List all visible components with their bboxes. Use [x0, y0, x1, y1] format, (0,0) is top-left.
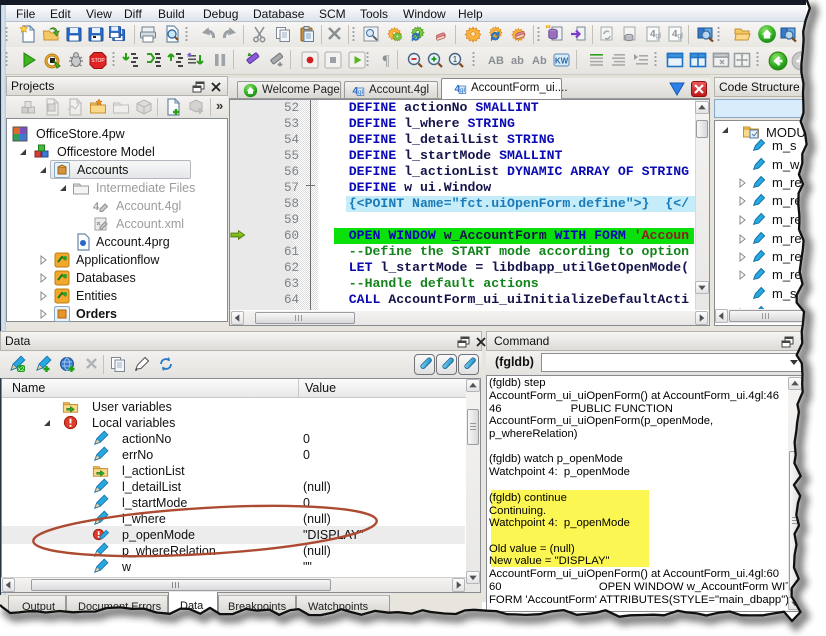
- svg-text:AB: AB: [488, 55, 504, 67]
- svg-text:gl: gl: [678, 33, 684, 40]
- svg-text:STOP: STOP: [91, 58, 105, 64]
- svg-text:4: 4: [93, 201, 100, 213]
- svg-text:KW: KW: [555, 57, 569, 66]
- svg-text:gl: gl: [460, 87, 466, 94]
- svg-text:gl: gl: [656, 33, 662, 40]
- svg-text:1: 1: [453, 55, 458, 64]
- svg-text:gl: gl: [358, 89, 364, 96]
- svg-text:¶: ¶: [383, 53, 390, 69]
- svg-text:Ab: Ab: [532, 55, 547, 67]
- svg-text:ab: ab: [511, 55, 524, 67]
